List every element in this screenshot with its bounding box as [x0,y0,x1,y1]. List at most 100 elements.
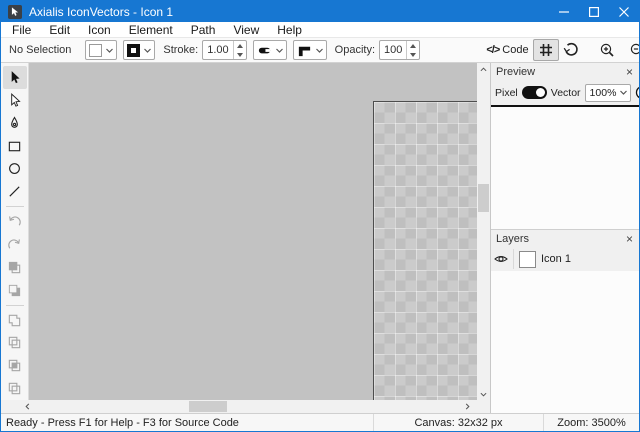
close-button[interactable] [609,1,639,22]
layer-item[interactable]: Icon 1 [491,247,639,271]
line-cap-dropdown[interactable] [253,40,287,60]
stroke-color-dropdown[interactable] [123,40,155,60]
zoom-out-icon [629,42,640,58]
zoom-in-button[interactable] [595,39,619,61]
maximize-button[interactable] [579,1,609,22]
subtract-button[interactable] [3,331,27,354]
scroll-up-icon[interactable] [477,63,490,75]
spin-up-icon[interactable] [407,41,419,50]
menu-help[interactable]: Help [268,23,311,37]
select-tool[interactable] [3,66,27,89]
exclude-button[interactable] [3,377,27,400]
opacity-spinner[interactable]: 100 [379,40,420,60]
preview-area [491,105,639,229]
pixel-label: Pixel [495,87,518,99]
menu-edit[interactable]: Edit [40,23,79,37]
line-cap-icon [257,43,272,58]
intersect-button[interactable] [3,354,27,377]
status-bar: Ready - Press F1 for Help - F3 for Sourc… [1,413,639,431]
status-zoom-level: Zoom: 3500% [543,414,639,431]
bring-forward-button[interactable] [3,256,27,279]
rotate-view-button[interactable] [559,39,583,61]
vertical-scrollbar[interactable] [477,63,490,400]
preview-zoom-select[interactable]: 100% [585,84,632,102]
direct-select-tool[interactable] [3,89,27,112]
menu-file[interactable]: File [3,23,40,37]
exclude-icon [7,381,22,396]
layer-thumbnail[interactable] [519,251,536,268]
spin-up-icon[interactable] [234,41,246,50]
menu-element[interactable]: Element [120,23,182,37]
undo-button[interactable] [3,210,27,233]
stroke-width-value: 1.00 [203,41,232,59]
line-icon [7,184,22,199]
opacity-value: 100 [380,41,406,59]
line-tool[interactable] [3,180,27,203]
layer-name: Icon 1 [541,253,571,265]
menu-bar: File Edit Icon Element Path View Help [1,22,639,37]
menu-icon[interactable]: Icon [79,23,120,37]
chevron-down-icon [105,46,114,55]
scroll-down-icon[interactable] [477,388,490,400]
intersect-icon [7,358,22,373]
preview-zoom-value: 100% [590,87,617,99]
palette-separator [6,305,24,306]
fill-color-swatch [89,44,102,57]
stroke-width-spinner[interactable]: 1.00 [202,40,246,60]
grid-icon [538,42,554,58]
undo-icon [7,214,22,229]
code-button[interactable]: </> Code [482,39,532,61]
close-icon[interactable]: × [625,233,634,245]
close-icon[interactable]: × [625,66,634,78]
spin-down-icon[interactable] [407,50,419,59]
code-icon: </> [486,44,499,56]
selection-status: No Selection [9,44,71,56]
eye-icon[interactable] [494,252,508,266]
chevron-down-icon [275,46,284,55]
vertical-scroll-thumb[interactable] [478,184,489,212]
line-join-dropdown[interactable] [293,40,327,60]
horizontal-scroll-thumb[interactable] [189,401,227,412]
scroll-right-icon[interactable] [461,400,474,413]
fill-color-dropdown[interactable] [85,40,117,60]
preview-background-toggle[interactable] [635,85,640,100]
ellipse-tool[interactable] [3,157,27,180]
layers-panel-title: Layers [496,233,625,245]
chevron-down-icon [143,46,152,55]
layers-list-area [491,271,639,413]
layer-separator [513,249,514,269]
direct-select-arrow-icon [7,93,22,108]
spin-down-icon[interactable] [234,50,246,59]
chevron-down-icon [315,46,324,55]
icon-artboard[interactable] [373,101,477,400]
title-bar: Axialis IconVectors - Icon 1 [1,1,639,22]
line-join-icon [297,43,312,58]
horizontal-scrollbar[interactable] [1,400,490,413]
preview-panel: Preview × Pixel Vector 100% [491,63,639,229]
zoom-out-button[interactable] [625,39,640,61]
contrast-icon [635,85,640,100]
grid-toggle-button[interactable] [533,39,559,61]
window-title: Axialis IconVectors - Icon 1 [29,5,549,19]
menu-view[interactable]: View [224,23,268,37]
canvas-area[interactable] [29,63,477,400]
zoom-in-icon [599,42,615,58]
chevron-down-icon [619,88,628,97]
union-button[interactable] [3,309,27,332]
scroll-left-icon[interactable] [21,400,34,413]
menu-path[interactable]: Path [182,23,225,37]
status-canvas-size: Canvas: 32x32 px [373,414,543,431]
redo-icon [7,237,22,252]
app-window: Axialis IconVectors - Icon 1 File Edit I… [0,0,640,432]
rectangle-tool[interactable] [3,135,27,158]
pixel-vector-toggle[interactable] [522,86,547,99]
minimize-button[interactable] [549,1,579,22]
preview-panel-title: Preview [496,66,625,78]
toggle-knob [536,88,545,97]
toolbar: No Selection Stroke: 1.00 Opacity: 100 [1,37,639,63]
pen-tool[interactable] [3,112,27,135]
redo-button[interactable] [3,233,27,256]
palette-separator [6,206,24,207]
send-backward-button[interactable] [3,279,27,302]
rotate-icon [563,42,579,58]
